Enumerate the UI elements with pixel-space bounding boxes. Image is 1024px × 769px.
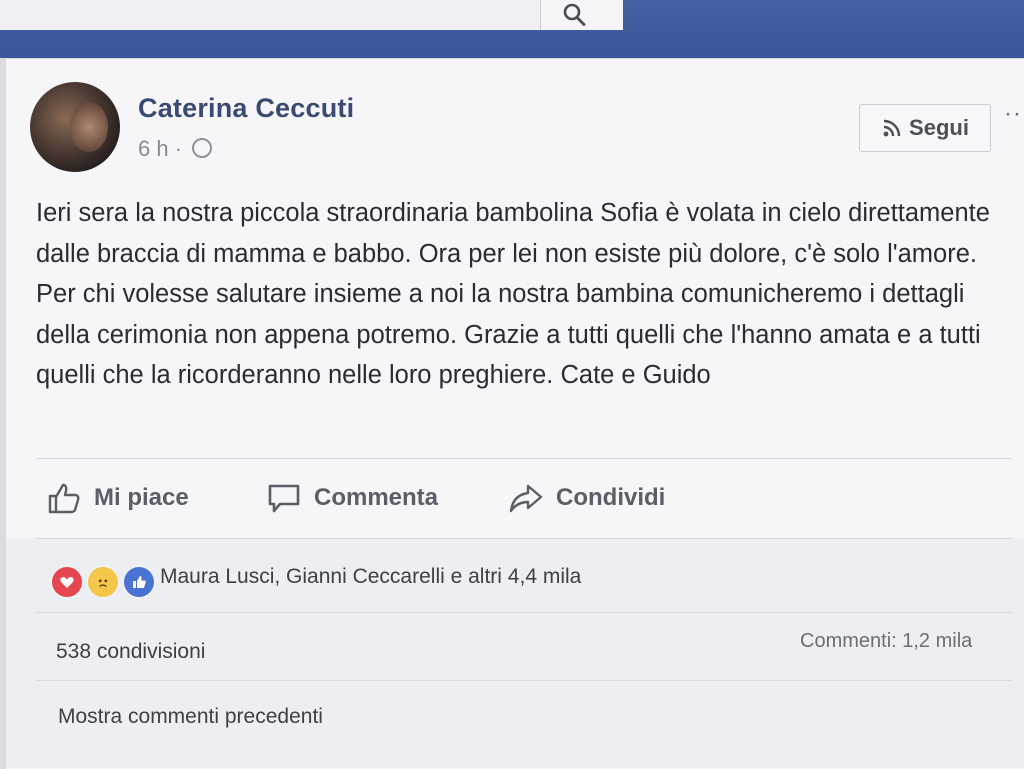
divider bbox=[36, 680, 1012, 681]
avatar[interactable] bbox=[30, 82, 120, 172]
post-meta: 6 h · bbox=[138, 136, 213, 162]
comment-button[interactable]: Commenta bbox=[266, 480, 438, 516]
share-label: Condividi bbox=[556, 484, 666, 511]
love-reaction-icon bbox=[50, 565, 84, 599]
meta-separator: · bbox=[174, 136, 183, 161]
reaction-icons[interactable] bbox=[50, 565, 156, 599]
like-reaction-icon bbox=[122, 565, 156, 599]
divider bbox=[36, 538, 1012, 539]
comments-count[interactable]: Commenti: 1,2 mila bbox=[800, 630, 972, 653]
comment-label: Commenta bbox=[314, 484, 439, 511]
divider bbox=[36, 612, 1012, 613]
thumbs-up-icon bbox=[48, 483, 80, 514]
globe-icon bbox=[192, 138, 213, 158]
sad-reaction-icon bbox=[86, 565, 120, 599]
post-author-name[interactable]: Caterina Ceccuti bbox=[138, 93, 354, 124]
reactions-summary[interactable]: Maura Lusci, Gianni Ceccarelli e altri 4… bbox=[160, 565, 581, 589]
more-options-icon[interactable]: ·· bbox=[1004, 100, 1022, 128]
search-icon[interactable] bbox=[561, 2, 587, 28]
follow-label: Segui bbox=[909, 115, 969, 140]
search-bar-area bbox=[0, 0, 622, 30]
share-button[interactable]: Condividi bbox=[508, 480, 665, 516]
post-time[interactable]: 6 h bbox=[138, 136, 169, 161]
like-button[interactable]: Mi piace bbox=[46, 480, 189, 516]
post-body-text: Ieri sera la nostra piccola straordinari… bbox=[36, 199, 990, 389]
share-arrow-icon bbox=[509, 484, 543, 513]
show-previous-comments-link[interactable]: Mostra commenti precedenti bbox=[58, 705, 323, 729]
divider bbox=[36, 458, 1012, 459]
comment-icon bbox=[268, 484, 300, 513]
rss-icon bbox=[883, 119, 901, 137]
shares-count[interactable]: 538 condivisioni bbox=[56, 640, 205, 664]
like-label: Mi piace bbox=[94, 484, 189, 511]
follow-button[interactable]: Segui bbox=[859, 104, 991, 152]
